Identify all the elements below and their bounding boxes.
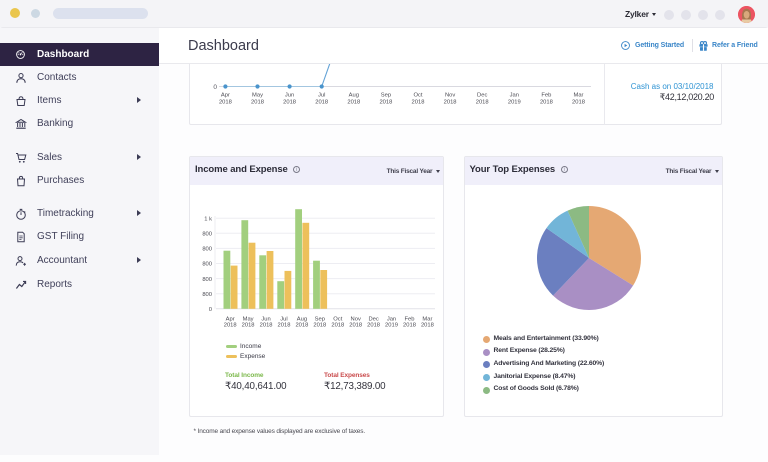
- svg-text:2018: 2018: [421, 323, 434, 329]
- svg-text:2018: 2018: [283, 99, 296, 105]
- svg-text:2018: 2018: [315, 99, 328, 105]
- svg-text:May: May: [252, 92, 263, 98]
- svg-text:Jan: Jan: [510, 92, 519, 98]
- svg-text:2018: 2018: [379, 99, 392, 105]
- svg-text:800: 800: [202, 232, 212, 238]
- svg-text:2018: 2018: [278, 323, 291, 329]
- svg-text:0: 0: [209, 307, 212, 313]
- svg-text:2018: 2018: [242, 323, 255, 329]
- svg-text:2018: 2018: [572, 99, 585, 105]
- svg-text:Mar: Mar: [574, 92, 584, 98]
- svg-text:800: 800: [202, 292, 212, 298]
- svg-text:Sep: Sep: [381, 92, 391, 98]
- svg-text:2018: 2018: [224, 323, 237, 329]
- svg-text:2018: 2018: [295, 323, 308, 329]
- svg-text:2018: 2018: [403, 323, 416, 329]
- svg-text:2018: 2018: [347, 99, 360, 105]
- svg-text:Apr: Apr: [221, 92, 230, 98]
- svg-text:Nov: Nov: [445, 92, 455, 98]
- svg-text:800: 800: [202, 247, 212, 253]
- svg-text:1 k: 1 k: [204, 216, 212, 222]
- svg-text:Feb: Feb: [541, 92, 551, 98]
- svg-text:Jun: Jun: [285, 92, 294, 98]
- svg-text:Oct: Oct: [413, 92, 422, 98]
- svg-text:800: 800: [202, 277, 212, 283]
- svg-text:Aug: Aug: [349, 92, 359, 98]
- svg-text:800: 800: [202, 262, 212, 268]
- svg-text:2018: 2018: [540, 99, 553, 105]
- svg-text:2018: 2018: [219, 99, 232, 105]
- svg-text:0: 0: [213, 84, 217, 91]
- svg-text:2018: 2018: [331, 323, 344, 329]
- svg-text:2019: 2019: [385, 323, 398, 329]
- svg-text:2018: 2018: [251, 99, 264, 105]
- svg-text:2019: 2019: [508, 99, 521, 105]
- svg-text:2018: 2018: [367, 323, 380, 329]
- svg-text:2018: 2018: [412, 99, 425, 105]
- svg-text:2018: 2018: [349, 323, 362, 329]
- svg-text:2018: 2018: [260, 323, 273, 329]
- svg-text:2018: 2018: [476, 99, 489, 105]
- svg-text:2018: 2018: [313, 323, 326, 329]
- svg-text:2018: 2018: [444, 99, 457, 105]
- svg-text:Dec: Dec: [477, 92, 487, 98]
- svg-text:Jul: Jul: [318, 92, 325, 98]
